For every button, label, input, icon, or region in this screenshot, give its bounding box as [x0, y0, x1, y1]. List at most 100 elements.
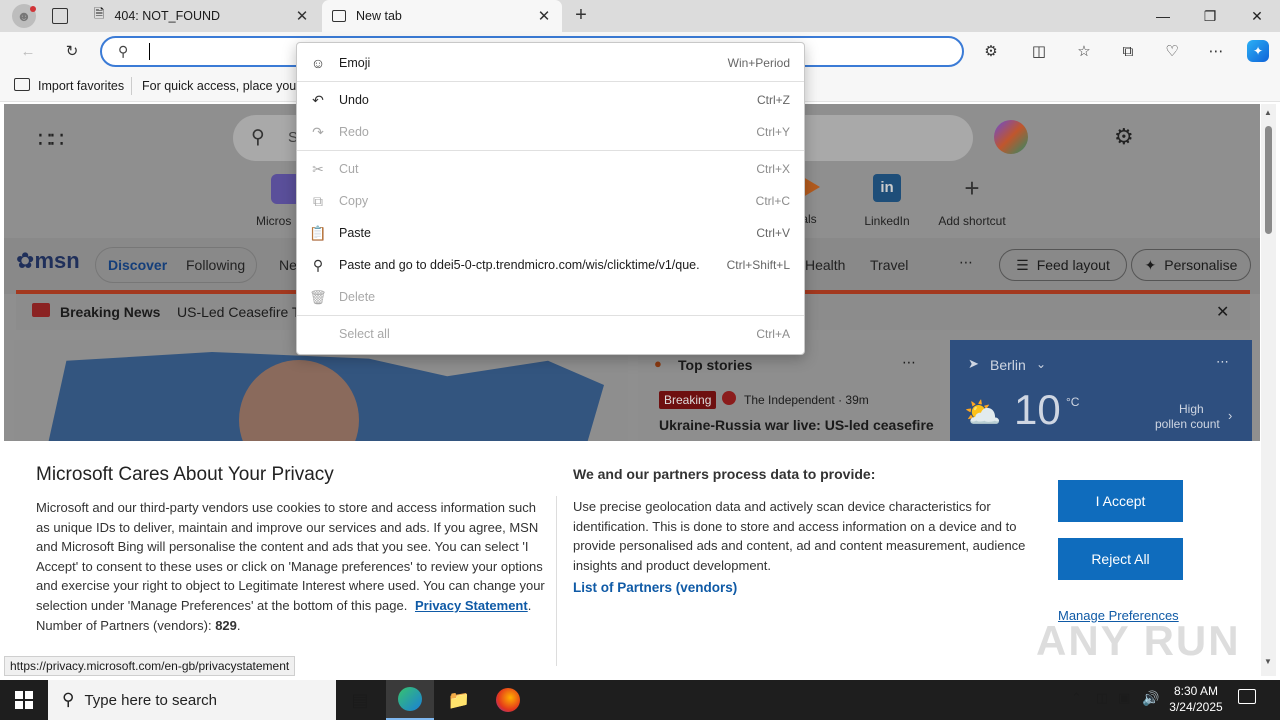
- nav-news[interactable]: Ne: [279, 257, 297, 273]
- feed-layout-button[interactable]: ☰ Feed layout: [999, 249, 1127, 281]
- close-breaking-icon[interactable]: ✕: [1216, 302, 1229, 322]
- network-icon[interactable]: ◫: [1096, 690, 1108, 706]
- pollen-label: pollen count: [1155, 417, 1220, 431]
- card-more-icon[interactable]: ⋯: [1216, 354, 1229, 370]
- nav-health[interactable]: Health: [805, 257, 845, 273]
- display-icon[interactable]: ▣: [1118, 690, 1130, 706]
- menu-item-copy: ⧉ Copy Ctrl+C: [297, 187, 804, 215]
- tab-new-tab[interactable]: New tab ✕: [322, 0, 562, 32]
- menu-shortcut: Ctrl+X: [756, 162, 790, 176]
- menu-separator: [297, 81, 804, 82]
- msn-logo[interactable]: ✿msn: [16, 248, 80, 274]
- undo-icon: ↶: [312, 91, 324, 108]
- volume-icon[interactable]: 🔊: [1142, 690, 1159, 707]
- tab-actions-icon[interactable]: [52, 8, 68, 24]
- copilot-icon[interactable]: ✦: [1247, 40, 1269, 62]
- accept-button[interactable]: I Accept: [1058, 480, 1183, 522]
- page-scrollbar[interactable]: ▲ ▼: [1261, 104, 1276, 676]
- clock-date: 3/24/2025: [1169, 700, 1223, 714]
- shortcut-linkedin[interactable]: in LinkedIn: [857, 174, 917, 228]
- chevron-right-icon[interactable]: ›: [1228, 408, 1232, 423]
- cut-icon: ✂: [312, 160, 324, 177]
- restore-button[interactable]: ❐: [1187, 0, 1233, 32]
- import-favorites-link[interactable]: Import favorites: [38, 79, 124, 93]
- context-menu: ☺ Emoji Win+Period ↶ Undo Ctrl+Z ↷ Redo Ctrl+Y…: [296, 42, 805, 355]
- close-window-button[interactable]: ✕: [1234, 0, 1280, 32]
- linkedin-icon: in: [873, 174, 901, 202]
- privacy-banner: Microsoft Cares About Your Privacy Micro…: [4, 441, 1260, 676]
- emoji-icon: ☺: [310, 55, 326, 71]
- plus-icon: +: [964, 173, 980, 203]
- scroll-down-icon[interactable]: ▼: [1264, 657, 1272, 666]
- import-icon: [14, 78, 30, 91]
- add-shortcut[interactable]: + Add shortcut: [934, 174, 1010, 228]
- task-view-icon[interactable]: ▤: [336, 680, 384, 720]
- top-stories-card[interactable]: ● Top stories ⋯ Breaking The Independent…: [638, 340, 940, 450]
- shortcut-label: LinkedIn: [864, 214, 910, 228]
- card-more-icon[interactable]: ⋯: [902, 354, 916, 371]
- tab-404[interactable]: 🗎 404: NOT_FOUND ✕: [84, 0, 320, 32]
- nav-following[interactable]: Following: [186, 257, 245, 273]
- menu-item-paste-and-go[interactable]: ⚲ Paste and go to ddei5-0-ctp.trendmicro.…: [297, 251, 804, 279]
- edge-taskbar-icon[interactable]: [386, 680, 434, 720]
- menu-shortcut: Ctrl+C: [755, 194, 790, 208]
- menu-item-select-all[interactable]: Select all Ctrl+A: [297, 320, 804, 348]
- menu-item-paste[interactable]: 📋 Paste Ctrl+V: [297, 219, 804, 247]
- file-explorer-icon[interactable]: 📁: [435, 680, 483, 720]
- favorites-hint: For quick access, place your f: [142, 79, 308, 93]
- scroll-thumb[interactable]: [1265, 126, 1272, 234]
- status-bar-url: https://privacy.microsoft.com/en-gb/priv…: [4, 656, 296, 676]
- close-tab-icon[interactable]: ✕: [294, 7, 310, 25]
- taskbar-search-placeholder: Type here to search: [84, 691, 218, 709]
- partners-list-link[interactable]: List of Partners (vendors): [573, 580, 737, 595]
- copilot-logo-icon[interactable]: [994, 120, 1028, 154]
- story-headline[interactable]: Ukraine-Russia war live: US-led ceasefir…: [659, 417, 934, 433]
- location-arrow-icon: ➤: [968, 356, 979, 371]
- refresh-icon[interactable]: ↻: [61, 40, 83, 62]
- personalise-button[interactable]: ✦ Personalise: [1131, 249, 1251, 281]
- scroll-up-icon[interactable]: ▲: [1264, 108, 1272, 117]
- browser-essentials-icon[interactable]: ♡: [1161, 40, 1183, 62]
- favorites-star-icon[interactable]: ☆: [1073, 40, 1095, 62]
- menu-item-undo[interactable]: ↶ Undo Ctrl+Z: [297, 86, 804, 114]
- nav-travel[interactable]: Travel: [870, 257, 908, 273]
- nav-more-icon[interactable]: ⋯: [959, 254, 973, 271]
- clock[interactable]: 8:30 AM 3/24/2025: [1163, 683, 1229, 715]
- breaking-badge: Breaking: [659, 391, 717, 409]
- notifications-icon[interactable]: [1238, 689, 1256, 704]
- windows-start-icon[interactable]: [0, 680, 48, 720]
- menu-shortcut: Win+Period: [727, 56, 790, 70]
- settings-gear-icon[interactable]: ⚙: [1114, 124, 1134, 150]
- apps-grid-icon[interactable]: ∷∷: [38, 127, 64, 153]
- more-menu-icon[interactable]: ⋯: [1205, 40, 1227, 62]
- extensions-icon[interactable]: ⚙: [980, 40, 1002, 62]
- pollen-level: High: [1179, 402, 1204, 416]
- weather-city: Berlin: [990, 357, 1026, 373]
- split-screen-icon[interactable]: ◫: [1028, 40, 1050, 62]
- hero-image[interactable]: [14, 340, 628, 450]
- weather-card[interactable]: ➤ Berlin ⌄ ⋯ ⛅ 10 °C High pollen count ›: [950, 340, 1252, 450]
- back-icon[interactable]: ←: [17, 40, 39, 62]
- reject-all-button[interactable]: Reject All: [1058, 538, 1183, 580]
- nav-discover[interactable]: Discover: [108, 257, 167, 273]
- taskbar-search[interactable]: ⚲ Type here to search: [48, 680, 336, 720]
- weather-temp: 10: [1014, 386, 1061, 433]
- collections-icon[interactable]: ⧉: [1117, 40, 1139, 62]
- menu-item-emoji[interactable]: ☺ Emoji Win+Period: [297, 49, 804, 77]
- redo-icon: ↷: [312, 123, 324, 140]
- tray-chevron-icon[interactable]: ⌃: [1071, 690, 1082, 706]
- privacy-body: Microsoft and our third-party vendors us…: [36, 500, 545, 613]
- new-tab-plus-icon[interactable]: +: [570, 4, 592, 26]
- partly-cloudy-icon: ⛅: [964, 397, 1002, 430]
- publisher-icon: [722, 391, 736, 405]
- privacy-statement-link[interactable]: Privacy Statement: [415, 598, 528, 613]
- menu-item-redo: ↷ Redo Ctrl+Y: [297, 118, 804, 146]
- firefox-icon[interactable]: [484, 680, 532, 720]
- minimize-button[interactable]: —: [1140, 0, 1186, 32]
- search-icon: ⚲: [62, 690, 75, 709]
- menu-item-delete: 🗑 Delete: [297, 283, 804, 311]
- chevron-down-icon[interactable]: ⌄: [1036, 357, 1046, 371]
- menu-shortcut: Ctrl+Z: [757, 93, 790, 107]
- close-tab-icon[interactable]: ✕: [536, 7, 552, 25]
- partners-prefix: Number of Partners (vendors):: [36, 617, 212, 633]
